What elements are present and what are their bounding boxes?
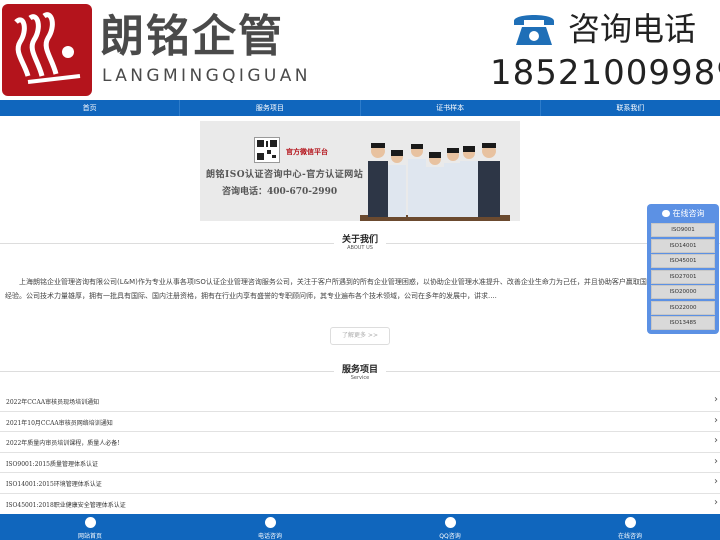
consult-item-iso45001[interactable]: ISO45001 bbox=[651, 254, 715, 268]
chevron-right-icon: › bbox=[714, 394, 718, 405]
online-consult-panel: 在线咨询 ISO9001 ISO14001 ISO45001 ISO27001 … bbox=[647, 204, 719, 334]
consult-item-iso27001[interactable]: ISO27001 bbox=[651, 269, 715, 284]
banner-wechat-label: 官方微信平台 bbox=[286, 147, 328, 156]
bottom-phone-label: 电话咨询 bbox=[257, 533, 282, 540]
bottom-phone-button[interactable]: 电话咨询 bbox=[180, 514, 360, 540]
list-item-label: 2022年质量内审员培训课程，质量人必备! bbox=[6, 440, 120, 448]
chat-bubble-icon bbox=[661, 210, 670, 217]
list-item-label: 2022年CCAA审核员现场培训通知 bbox=[6, 399, 100, 406]
nav-home[interactable]: 首页 bbox=[0, 100, 181, 116]
bottom-bar: 网站首页 电话咨询 QQ咨询 在线咨询 bbox=[0, 514, 720, 540]
list-item-label: ISO9001:2015质量管理体系认证 bbox=[6, 460, 98, 468]
nav-services[interactable]: 服务项目 bbox=[180, 100, 361, 116]
chevron-right-icon: › bbox=[714, 435, 718, 447]
bottom-consult-button[interactable]: 在线咨询 bbox=[540, 514, 720, 540]
services-list: 2022年CCAA审核员现场培训通知 › 2021年10月CCAA审核员网络培训通… bbox=[0, 391, 720, 515]
chat-icon bbox=[624, 517, 636, 528]
consult-panel-title: 在线咨询 bbox=[672, 209, 705, 218]
list-item[interactable]: 2022年CCAA审核员现场培训通知 › bbox=[0, 391, 720, 412]
nav-contact[interactable]: 联系我们 bbox=[541, 100, 720, 116]
chevron-right-icon: › bbox=[714, 476, 718, 488]
bottom-consult-label: 在线咨询 bbox=[617, 533, 642, 540]
divider-line bbox=[0, 243, 334, 244]
phone-number[interactable]: 18521009989 bbox=[490, 52, 720, 94]
learn-more-button[interactable]: 了解更多 >> bbox=[330, 327, 390, 345]
bottom-home-button[interactable]: 网站首页 bbox=[0, 514, 180, 540]
consult-panel-header[interactable]: 在线咨询 bbox=[647, 206, 719, 222]
logo-text: 朗铭企管 bbox=[100, 11, 284, 62]
qq-icon bbox=[444, 517, 456, 528]
about-title: 关于我们 bbox=[341, 235, 378, 245]
phone-label: 咨询电话 bbox=[568, 10, 697, 48]
logo-subtext: LANGMINGQIGUAN bbox=[102, 66, 311, 86]
banner-title: 朗铭ISO认证咨询中心-官方认证网站 bbox=[206, 170, 364, 180]
consult-item-iso22000[interactable]: ISO22000 bbox=[651, 300, 715, 315]
services-title: 服务项目 bbox=[341, 365, 378, 375]
list-item-label: ISO45001:2018职业健康安全管理体系认证 bbox=[6, 501, 126, 509]
consult-item-iso9001[interactable]: ISO9001 bbox=[651, 223, 715, 237]
divider-line bbox=[0, 371, 334, 372]
list-item[interactable]: 2022年质量内审员培训课程，质量人必备! › bbox=[0, 432, 720, 453]
nav-certificates[interactable]: 证书样本 bbox=[361, 100, 541, 116]
list-item[interactable]: 2021年10月CCAA审核员网络培训通知 › bbox=[0, 412, 720, 433]
about-text: 上海朗铭企业管理咨询有限公司(L&M)作为专业从事各项ISO认证企业管理咨询服务… bbox=[5, 278, 703, 300]
bottom-home-label: 网站首页 bbox=[77, 533, 102, 540]
divider-line bbox=[386, 371, 720, 372]
logo-icon[interactable] bbox=[2, 4, 92, 96]
qr-code-icon bbox=[254, 137, 280, 163]
list-item-label: 2021年10月CCAA审核员网络培训通知 bbox=[6, 419, 113, 427]
phone-icon bbox=[264, 517, 276, 528]
bottom-qq-label: QQ咨询 bbox=[439, 533, 461, 540]
consult-item-iso14001[interactable]: ISO14001 bbox=[651, 238, 715, 253]
list-item[interactable]: ISO45001:2018职业健康安全管理体系认证 › bbox=[0, 494, 720, 515]
chevron-right-icon: › bbox=[714, 414, 718, 426]
list-item[interactable]: ISO9001:2015质量管理体系认证 › bbox=[0, 453, 720, 474]
chevron-right-icon: › bbox=[714, 496, 718, 508]
list-item-label: ISO14001:2015环境管理体系认证 bbox=[6, 481, 102, 489]
banner-image[interactable]: 官方微信平台 朗铭ISO认证咨询中心-官方认证网站 咨询电话：400-670-2… bbox=[200, 121, 520, 221]
header: 朗铭企管 LANGMINGQIGUAN 咨询电话 18521009989 bbox=[0, 0, 720, 100]
consult-item-iso20000[interactable]: ISO20000 bbox=[651, 285, 715, 299]
list-item[interactable]: ISO14001:2015环境管理体系认证 › bbox=[0, 473, 720, 494]
bottom-qq-button[interactable]: QQ咨询 bbox=[360, 514, 540, 540]
home-icon bbox=[84, 517, 96, 528]
services-subtitle: Service bbox=[350, 375, 370, 381]
chevron-right-icon: › bbox=[714, 455, 718, 467]
phone-icon bbox=[512, 11, 556, 47]
main-nav: 首页 服务项目 证书样本 联系我们 bbox=[0, 100, 720, 116]
banner-tel: 咨询电话：400-670-2990 bbox=[222, 187, 338, 197]
consult-item-iso13485[interactable]: ISO13485 bbox=[651, 316, 715, 330]
business-people-image bbox=[360, 143, 510, 221]
about-subtitle: ABOUT US bbox=[347, 245, 373, 251]
